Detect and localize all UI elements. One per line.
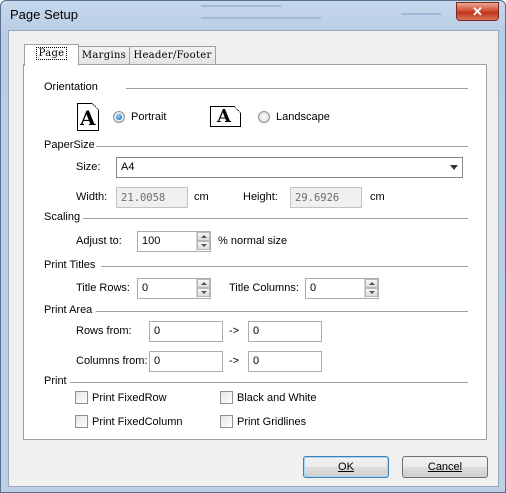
spin-down-icon[interactable] <box>197 288 210 297</box>
cancel-button[interactable]: Cancel <box>402 456 488 478</box>
print-fixedrow-label: Print FixedRow <box>92 392 167 404</box>
print-area-heading: Print Area <box>44 304 93 316</box>
height-field[interactable]: 29.6926 <box>290 187 362 208</box>
spin-up-icon[interactable] <box>365 279 378 288</box>
tab-margins[interactable]: Margins <box>78 46 130 65</box>
print-fixedcolumn-checkbox[interactable] <box>75 415 88 428</box>
print-fixedrow-checkbox[interactable] <box>75 391 88 404</box>
print-gridlines-label: Print Gridlines <box>237 416 307 428</box>
papersize-heading: PaperSize <box>44 139 95 151</box>
dialog-title: Page Setup <box>10 7 78 22</box>
width-field[interactable]: 21.0058 <box>116 187 188 208</box>
ok-button[interactable]: OK <box>303 456 389 478</box>
width-label: Width: <box>76 191 108 203</box>
scaling-heading: Scaling <box>44 211 81 223</box>
background-app-strip <box>191 1 451 25</box>
title-rows-stepper[interactable]: 0 <box>137 278 211 299</box>
scale-percent-stepper[interactable]: 100 <box>137 231 211 252</box>
spin-up-icon[interactable] <box>197 232 210 241</box>
page-setup-dialog: Page Setup ✕ Page Margins Header/Footer … <box>0 0 506 493</box>
spin-down-icon[interactable] <box>197 241 210 250</box>
close-icon: ✕ <box>472 4 483 19</box>
spin-down-icon[interactable] <box>365 288 378 297</box>
title-columns-label: Title Columns: <box>229 282 299 294</box>
portrait-page-icon: A <box>77 103 99 131</box>
dialog-client-area: Page Margins Header/Footer Orientation A… <box>8 30 499 487</box>
height-label: Height: <box>243 191 278 203</box>
divider <box>70 382 468 383</box>
print-titles-heading: Print Titles <box>44 259 96 271</box>
columns-from-label: Columns from: <box>76 355 148 367</box>
portrait-radio[interactable] <box>113 111 125 123</box>
orientation-heading: Orientation <box>44 81 98 93</box>
columns-range-arrow: -> <box>229 355 240 367</box>
paper-size-select[interactable]: A4 <box>116 157 463 178</box>
black-and-white-label: Black and White <box>237 392 317 404</box>
print-gridlines-checkbox[interactable] <box>220 415 233 428</box>
page-tab-panel: Orientation A Portrait A Landscape Paper… <box>23 64 487 440</box>
divider <box>126 88 468 89</box>
size-label: Size: <box>76 161 101 173</box>
print-fixedcolumn-label: Print FixedColumn <box>92 416 183 428</box>
landscape-label: Landscape <box>276 111 330 123</box>
height-unit: cm <box>370 191 385 203</box>
portrait-label: Portrait <box>131 111 167 123</box>
spin-up-icon[interactable] <box>197 279 210 288</box>
chevron-down-icon <box>450 165 458 170</box>
divider <box>83 218 468 219</box>
landscape-page-icon: A <box>210 106 241 127</box>
divider <box>96 311 468 312</box>
columns-from-input[interactable]: 0 <box>149 351 223 372</box>
rows-from-input[interactable]: 0 <box>149 321 223 342</box>
divider <box>96 146 468 147</box>
rows-range-arrow: -> <box>229 325 240 337</box>
tab-page[interactable]: Page <box>24 44 79 66</box>
divider <box>101 266 468 267</box>
close-button[interactable]: ✕ <box>456 2 499 21</box>
title-rows-label: Title Rows: <box>76 282 130 294</box>
normal-size-label: % normal size <box>218 235 288 247</box>
rows-to-input[interactable]: 0 <box>248 321 322 342</box>
tab-header-footer[interactable]: Header/Footer <box>129 46 216 65</box>
width-unit: cm <box>194 191 209 203</box>
adjust-to-label: Adjust to: <box>76 235 122 247</box>
black-and-white-checkbox[interactable] <box>220 391 233 404</box>
columns-to-input[interactable]: 0 <box>248 351 322 372</box>
landscape-radio[interactable] <box>258 111 270 123</box>
print-heading: Print <box>44 375 67 387</box>
title-columns-stepper[interactable]: 0 <box>305 278 379 299</box>
rows-from-label: Rows from: <box>76 325 132 337</box>
